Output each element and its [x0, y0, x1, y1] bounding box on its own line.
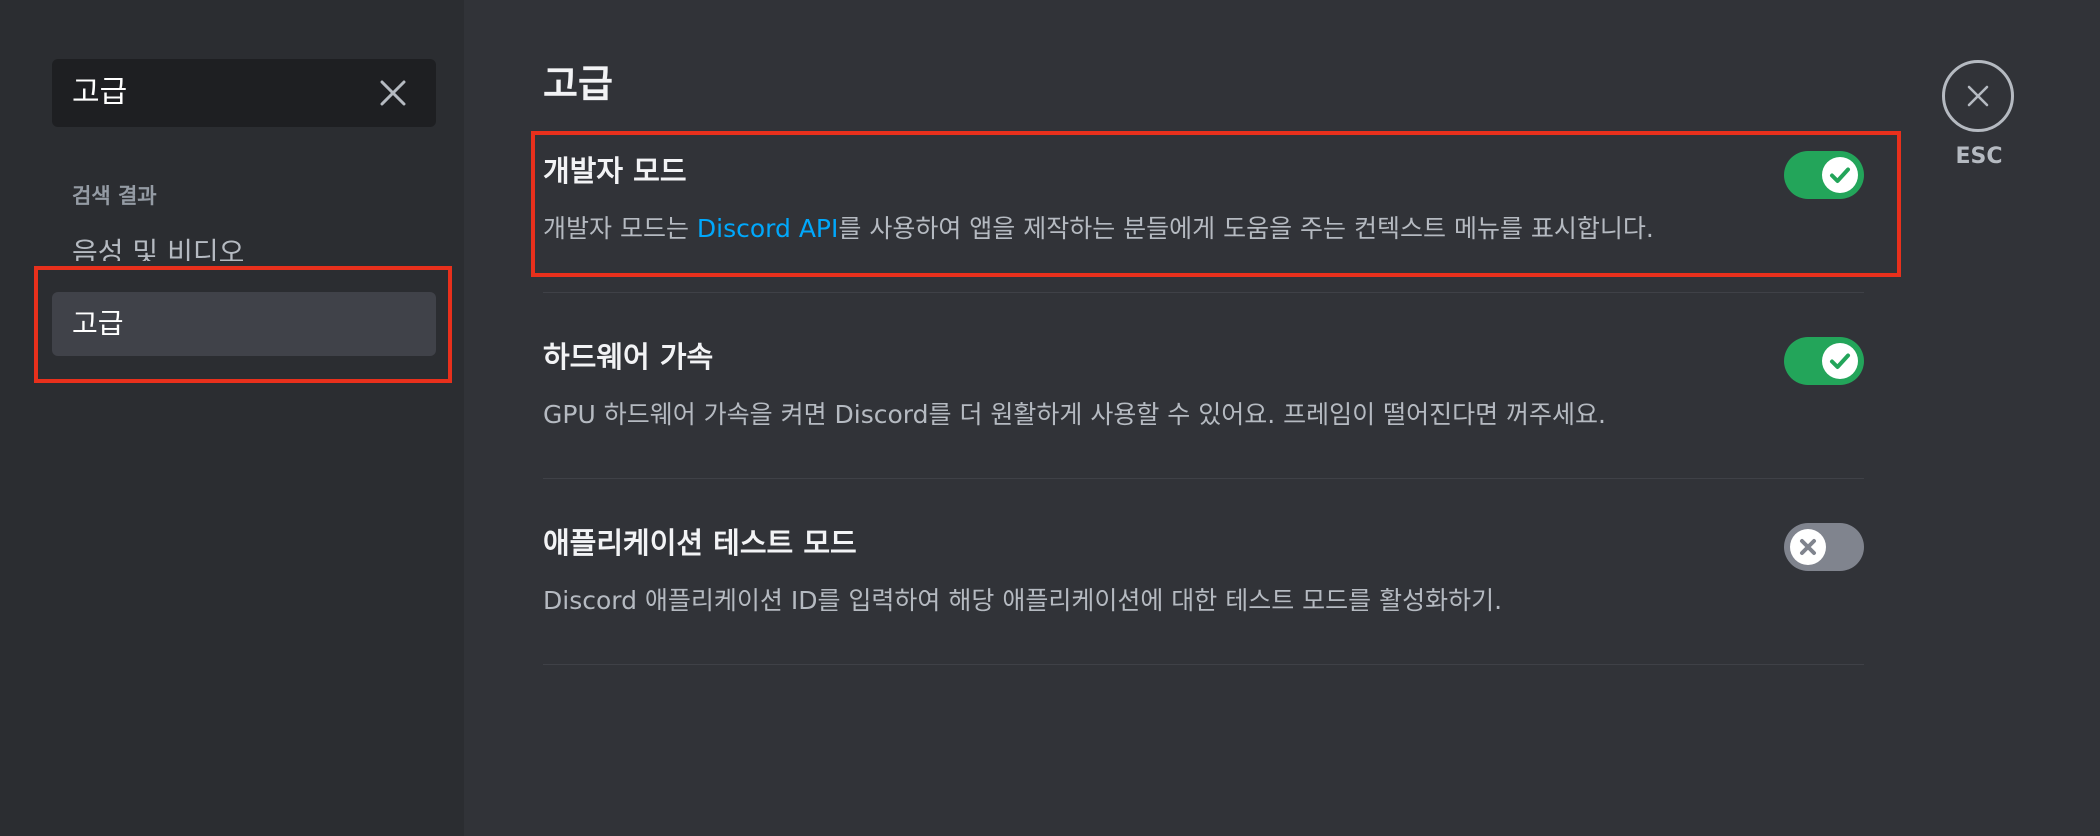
close-icon [1967, 85, 1989, 107]
application-test-mode-toggle[interactable] [1784, 523, 1864, 571]
setting-description: GPU 하드웨어 가속을 켜면 Discord를 더 원활하게 사용할 수 있어… [543, 400, 1606, 429]
hardware-acceleration-toggle[interactable] [1784, 337, 1864, 385]
check-icon [1830, 353, 1850, 369]
setting-description: 개발자 모드는 Discord API를 사용하여 앱을 제작하는 분들에게 도… [543, 211, 1654, 247]
toggle-knob [1790, 529, 1826, 565]
search-results-heading: 검색 결과 [72, 184, 157, 208]
developer-mode-toggle[interactable] [1784, 151, 1864, 199]
description-text: 개발자 모드는 [543, 214, 697, 243]
setting-developer-mode: 개발자 모드 개발자 모드는 Discord API를 사용하여 앱을 제작하는… [543, 151, 1864, 293]
esc-label: ESC [1955, 144, 2003, 169]
close-area: ESC [1942, 60, 2016, 169]
setting-title: 하드웨어 가속 [543, 340, 714, 374]
close-icon[interactable] [378, 78, 408, 108]
sidebar-item-advanced[interactable]: 고급 [52, 292, 436, 356]
setting-title: 개발자 모드 [543, 154, 687, 188]
check-icon [1830, 167, 1850, 183]
close-button[interactable] [1942, 60, 2014, 132]
search-box[interactable] [52, 59, 436, 127]
toggle-knob [1822, 157, 1858, 193]
sidebar-item-label: 고급 [72, 307, 124, 340]
x-icon [1800, 539, 1816, 555]
description-text: 를 사용하여 앱을 제작하는 분들에게 도움을 주는 컨텍스트 메뉴를 표시합니… [838, 214, 1654, 243]
sidebar-item-voice-video[interactable]: 음성 및 비디오 [52, 221, 436, 261]
search-input[interactable] [72, 59, 372, 127]
setting-application-test-mode: 애플리케이션 테스트 모드 Discord 애플리케이션 ID를 입력하여 해당… [543, 523, 1864, 665]
settings-window: 검색 결과 음성 및 비디오 고급 고급 개발자 모드 개발자 모드는 Disc… [0, 0, 2100, 836]
sidebar-item-label: 음성 및 비디오 [72, 236, 245, 261]
page-title: 고급 [543, 62, 613, 106]
discord-api-link[interactable]: Discord API [697, 214, 838, 243]
setting-title: 애플리케이션 테스트 모드 [543, 526, 857, 560]
setting-hardware-acceleration: 하드웨어 가속 GPU 하드웨어 가속을 켜면 Discord를 더 원활하게 … [543, 337, 1864, 479]
setting-description: Discord 애플리케이션 ID를 입력하여 해당 애플리케이션에 대한 테스… [543, 586, 1503, 615]
toggle-knob [1822, 343, 1858, 379]
settings-sidebar: 검색 결과 음성 및 비디오 고급 [0, 0, 464, 836]
